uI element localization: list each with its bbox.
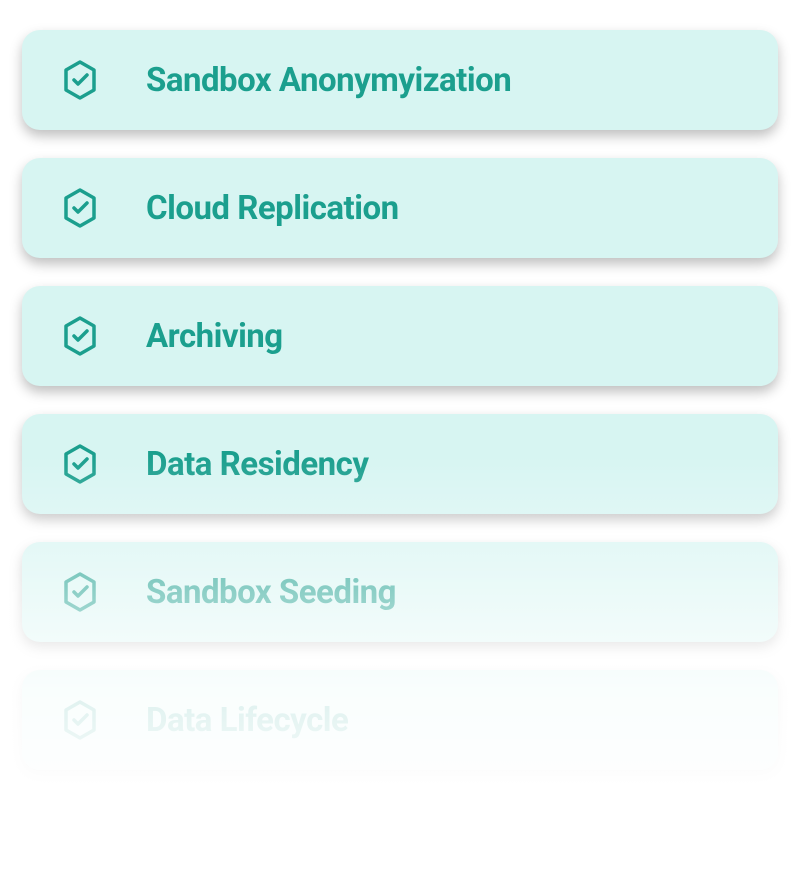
- feature-label: Sandbox Anonymyization: [146, 61, 511, 100]
- hexagon-check-icon: [58, 698, 102, 742]
- feature-label: Cloud Replication: [146, 189, 399, 228]
- feature-card-sandbox-anonymization[interactable]: Sandbox Anonymyization: [22, 30, 778, 130]
- feature-card-data-residency[interactable]: Data Residency: [22, 414, 778, 514]
- feature-card-sandbox-seeding[interactable]: Sandbox Seeding: [22, 542, 778, 642]
- feature-label: Data Residency: [146, 445, 369, 484]
- feature-list: Sandbox Anonymyization Cloud Replication…: [0, 0, 800, 800]
- feature-label: Data Lifecycle: [146, 701, 348, 740]
- feature-label: Archiving: [146, 317, 283, 356]
- hexagon-check-icon: [58, 570, 102, 614]
- feature-card-archiving[interactable]: Archiving: [22, 286, 778, 386]
- hexagon-check-icon: [58, 314, 102, 358]
- hexagon-check-icon: [58, 186, 102, 230]
- feature-label: Sandbox Seeding: [146, 573, 396, 612]
- hexagon-check-icon: [58, 442, 102, 486]
- feature-card-data-lifecycle[interactable]: Data Lifecycle: [22, 670, 778, 770]
- feature-card-cloud-replication[interactable]: Cloud Replication: [22, 158, 778, 258]
- hexagon-check-icon: [58, 58, 102, 102]
